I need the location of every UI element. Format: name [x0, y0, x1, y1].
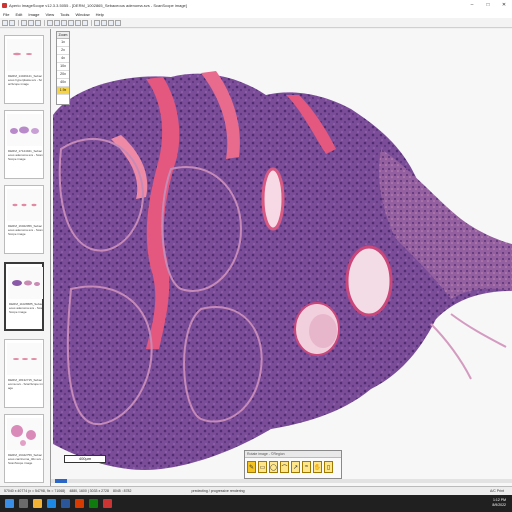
slide-thumbnail	[7, 189, 42, 221]
tissue-image	[53, 71, 512, 470]
ruler-icon[interactable]	[82, 19, 88, 26]
layers-icon[interactable]	[108, 19, 114, 26]
app-icon	[2, 2, 7, 8]
annotation-toolbar: ✎ ▭ ◯ ⌒ ↗ ≈ ✋ ▯	[245, 458, 341, 476]
slide-thumbnail	[7, 343, 42, 375]
toolbar	[0, 18, 512, 28]
toolbar-divider	[44, 19, 45, 26]
pen-tool-icon[interactable]: ✎	[247, 461, 256, 473]
thumbnail-label: DERM_17124941_Sebaceous adenoma.svs - Sc…	[8, 149, 43, 161]
curve-tool-icon[interactable]: ≈	[302, 461, 311, 473]
fit-icon[interactable]	[35, 19, 41, 26]
rectangle-icon[interactable]	[68, 19, 74, 26]
slide-thumbnail	[8, 267, 43, 299]
ellipse-tool-icon[interactable]: ◯	[269, 461, 278, 473]
open-icon[interactable]	[2, 19, 8, 26]
pen-icon[interactable]	[61, 19, 67, 26]
file-explorer-icon[interactable]	[33, 499, 42, 508]
edge-icon[interactable]	[47, 499, 56, 508]
close-button[interactable]: ✕	[496, 0, 512, 10]
menu-window[interactable]: Window	[75, 12, 89, 17]
select-icon[interactable]	[54, 19, 60, 26]
start-icon[interactable]	[5, 499, 14, 508]
taskbar: 1:12 PM 8/9/2022	[0, 495, 512, 512]
zoom-level-4x[interactable]: 4x	[57, 55, 69, 63]
word-icon[interactable]	[61, 499, 70, 508]
scrollbar-thumb[interactable]	[55, 479, 67, 483]
status-magnification: 8045 : 8782	[112, 489, 132, 493]
thumbnail-label: DERM_11028685_Sebaceous adenoma.svs - Sc…	[9, 302, 44, 314]
thumbnail-card[interactable]: DERM_18132715_Sebaceoma.svs - ScanScope …	[4, 339, 44, 408]
thumbnail-card[interactable]: DERM_16022056_Sebaceous adenoma.svs - Sc…	[4, 185, 44, 254]
rotate-icon[interactable]	[94, 19, 100, 26]
thumbnail-label: DERM_19442759_Sebaceous carcinoma_40x.sv…	[8, 453, 43, 465]
maximize-button[interactable]: □	[480, 0, 496, 10]
imagescope-icon[interactable]	[103, 499, 112, 508]
toolbar-divider	[18, 19, 19, 26]
toolbar-divider	[91, 19, 92, 26]
thumbnail-label: DERM_18132715_Sebaceoma.svs - ScanScope …	[8, 378, 43, 390]
zoom-out-icon[interactable]	[28, 19, 34, 26]
zoom-level-20x[interactable]: 20x	[57, 71, 69, 79]
window-controls: – □ ✕	[464, 0, 512, 10]
menu-help[interactable]: Help	[96, 12, 104, 17]
slide-thumbnail	[7, 418, 42, 450]
annotation-icon[interactable]	[101, 19, 107, 26]
zoom-label: Zoom	[57, 32, 69, 39]
clock-date: 8/9/2022	[492, 503, 506, 507]
search-icon[interactable]	[19, 499, 28, 508]
excel-icon[interactable]	[89, 499, 98, 508]
status-dimensions: 57040 x 40774 (x = 54798, 9x = 71068)	[4, 489, 66, 493]
slide-viewer[interactable]	[51, 29, 512, 486]
zoom-level-1x[interactable]: 1x	[57, 39, 69, 47]
zoom-in-icon[interactable]	[21, 19, 27, 26]
window-title: Aperio ImageScope v12.3.3.5055 - [DERM_1…	[9, 2, 187, 8]
thumbnail-label: DERM_14049121_Sebaceous hyperplasia.svs …	[8, 74, 43, 86]
annotation-tools-panel: Rotate image - ©Region ✎ ▭ ◯ ⌒ ↗ ≈ ✋ ▯	[244, 450, 342, 479]
thumbnail-card[interactable]: DERM_19442759_Sebaceous carcinoma_40x.sv…	[4, 414, 44, 483]
zoom-level-10x[interactable]: 10x	[57, 63, 69, 71]
save-icon[interactable]	[9, 19, 15, 26]
settings-icon[interactable]	[115, 19, 121, 26]
menu-view[interactable]: View	[45, 12, 54, 17]
status-bar: 57040 x 40774 (x = 54798, 9x = 71068) 48…	[0, 486, 512, 495]
status-region: 4880, 1600 | 3033 x 2728	[69, 489, 109, 493]
hand-tool-icon[interactable]: ✋	[313, 461, 322, 473]
powerpoint-icon[interactable]	[75, 499, 84, 508]
thumbnail-card[interactable]: DERM_14049121_Sebaceous hyperplasia.svs …	[4, 35, 44, 104]
minimize-button[interactable]: –	[464, 0, 480, 10]
ruler-tool-icon[interactable]: ▯	[324, 461, 333, 473]
horizontal-scrollbar[interactable]	[51, 479, 512, 483]
thumbnail-card-selected[interactable]: DERM_11028685_Sebaceous adenoma.svs - Sc…	[4, 262, 44, 331]
slide-thumbnail	[7, 114, 42, 146]
arrow-tool-icon[interactable]: ↗	[291, 461, 300, 473]
menu-bar: File Edit Image View Tools Window Help	[0, 10, 512, 18]
menu-edit[interactable]: Edit	[15, 12, 22, 17]
pan-icon[interactable]	[47, 19, 53, 26]
status-right: A/C Print	[489, 489, 504, 493]
zoom-panel: Zoom 1x 2x 4x 10x 20x 40x 1.9x	[56, 31, 70, 105]
zoom-level-2x[interactable]: 2x	[57, 47, 69, 55]
menu-file[interactable]: File	[3, 12, 9, 17]
menu-image[interactable]: Image	[28, 12, 39, 17]
thumbnail-sidebar: DERM_14049121_Sebaceous hyperplasia.svs …	[0, 29, 51, 486]
status-mode: predecting / progressive rendering	[191, 489, 245, 493]
annotation-panel-title: Rotate image - ©Region	[245, 451, 341, 458]
zoom-level-current[interactable]: 1.9x	[57, 87, 69, 95]
thumbnail-label: DERM_16022056_Sebaceous adenoma.svs - Sc…	[8, 224, 43, 236]
ellipse-icon[interactable]	[75, 19, 81, 26]
thumbnail-card[interactable]: DERM_17124941_Sebaceous adenoma.svs - Sc…	[4, 110, 44, 179]
rectangle-tool-icon[interactable]: ▭	[258, 461, 267, 473]
scale-bar: 400µm	[64, 455, 106, 463]
slide-thumbnail	[7, 39, 42, 71]
menu-tools[interactable]: Tools	[60, 12, 69, 17]
clock[interactable]: 1:12 PM 8/9/2022	[492, 498, 506, 508]
zoom-level-40x[interactable]: 40x	[57, 79, 69, 87]
freehand-tool-icon[interactable]: ⌒	[280, 461, 289, 473]
